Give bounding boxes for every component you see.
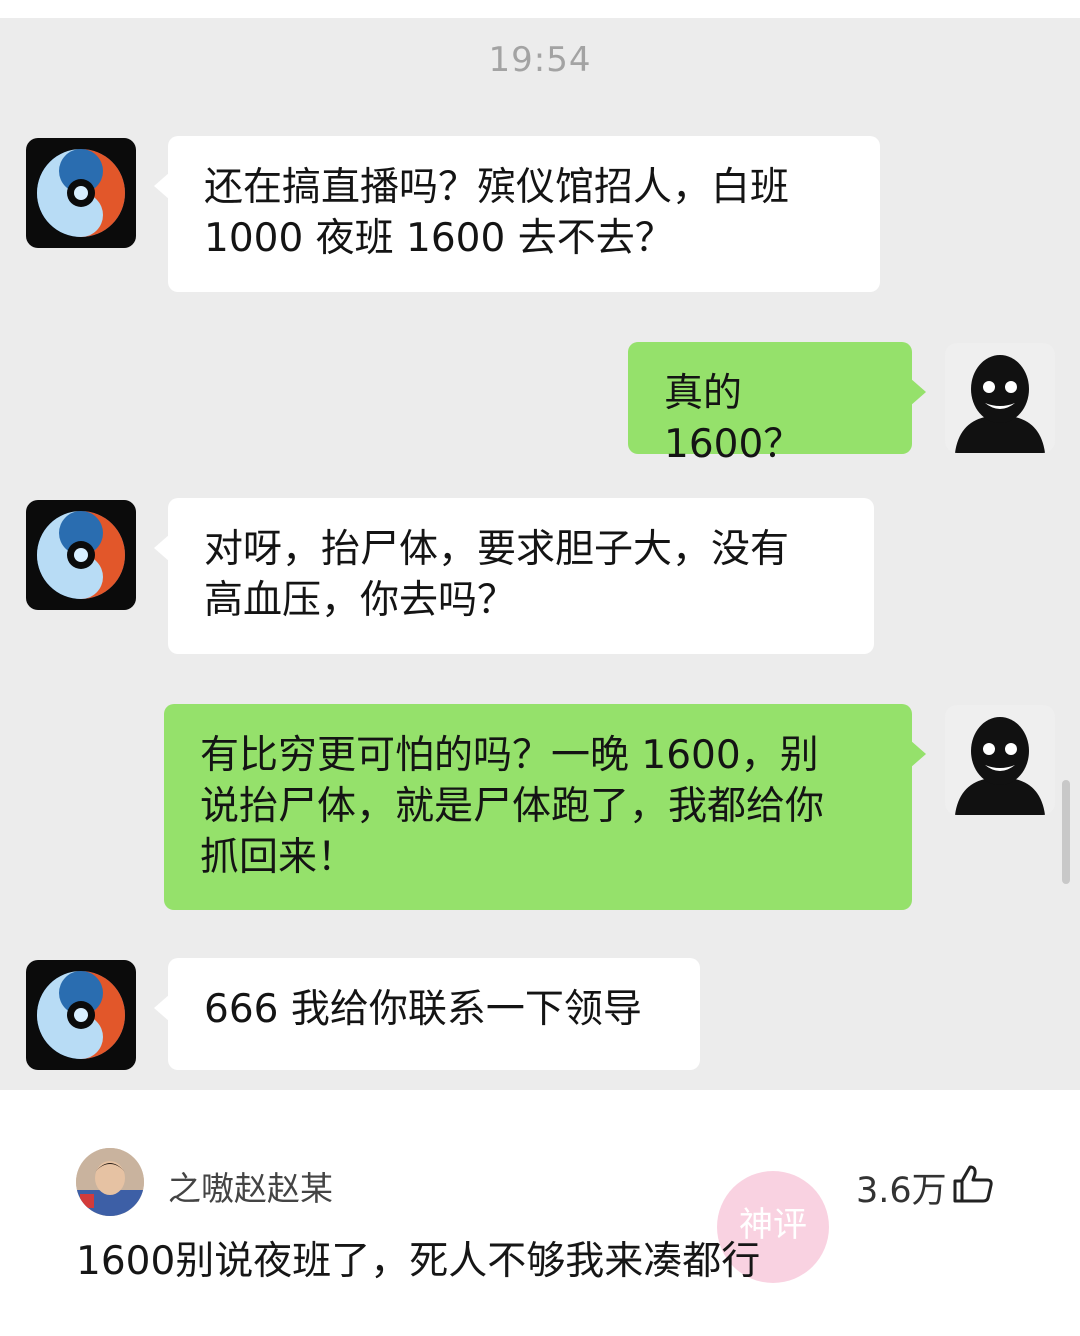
message-bubble-outgoing[interactable]: 真的 1600？ [628, 342, 926, 467]
swirl-avatar-icon [26, 138, 136, 248]
message-bubble-outgoing[interactable]: 有比穷更可怕的吗？一晚 1600，别 说抬尸体，就是尸体跑了，我都给你 抓回来！ [164, 704, 926, 910]
like-count: 3.6万 [856, 1171, 947, 1211]
chat-scrollbar[interactable] [1062, 780, 1070, 884]
contact-avatar[interactable] [26, 960, 136, 1070]
self-avatar[interactable] [945, 705, 1055, 815]
message-bubble-incoming[interactable]: 对呀，抬尸体，要求胆子大，没有 高血压，你去吗？ [154, 498, 874, 654]
swirl-avatar-icon [26, 960, 136, 1070]
commenter-username[interactable]: 之嗷赵赵某 [168, 1162, 333, 1210]
message-bubble-incoming[interactable]: 666 我给你联系一下领导 [154, 958, 700, 1070]
message-timestamp: 19:54 [488, 40, 592, 80]
contact-avatar[interactable] [26, 500, 136, 610]
comment-section: 之嗷赵赵某 神评 3.6万 1600别说夜班了，死人不够我来凑都行 [0, 1090, 1080, 1336]
person-photo-icon [76, 1148, 144, 1216]
dark-figure-avatar-icon [945, 343, 1055, 453]
thumb-up-icon[interactable] [952, 1164, 994, 1204]
message-bubble-incoming[interactable]: 还在搞直播吗？殡仪馆招人，白班 1000 夜班 1600 去不去？ [154, 136, 880, 292]
commenter-avatar[interactable] [76, 1148, 144, 1216]
chat-window: 19:54 还在搞直播吗？殡仪馆招人，白班 1000 夜班 1600 去不去？ … [0, 18, 1080, 1090]
comment-text: 1600别说夜班了，死人不够我来凑都行 [76, 1239, 761, 1284]
dark-figure-avatar-icon [945, 705, 1055, 815]
contact-avatar[interactable] [26, 138, 136, 248]
swirl-avatar-icon [26, 500, 136, 610]
self-avatar[interactable] [945, 343, 1055, 453]
